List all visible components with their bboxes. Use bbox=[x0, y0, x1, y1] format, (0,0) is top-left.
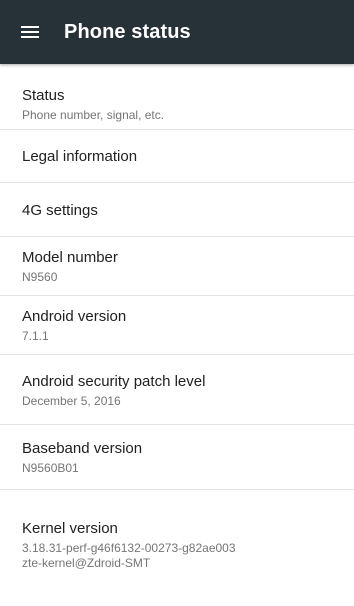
list-item-subtitle: Phone number, signal, etc. bbox=[22, 108, 165, 122]
list-item-subtitle: N9560B01 bbox=[22, 461, 79, 475]
list-item-subtitle: December 5, 2016 bbox=[22, 393, 121, 408]
list-item-title: Kernel version bbox=[22, 520, 118, 537]
list-item-4g-settings[interactable]: 4G settings bbox=[0, 184, 354, 237]
app-bar: Phone status bbox=[0, 0, 354, 64]
list-item-android-version[interactable]: Android version 7.1.1 bbox=[0, 297, 354, 355]
list-item-subtitle-line2: zte-kernel@Zdroid-SMT bbox=[22, 556, 151, 570]
page-title: Phone status bbox=[64, 20, 191, 43]
list-item-baseband-version[interactable]: Baseband version N9560B01 bbox=[0, 426, 354, 490]
list-item-title: Status bbox=[22, 87, 65, 104]
list-item-subtitle: 7.1.1 bbox=[22, 329, 49, 343]
list-item-title: Baseband version bbox=[22, 440, 143, 457]
list-item-title: 4G settings bbox=[22, 201, 98, 219]
list-item-title: Android security patch level bbox=[22, 372, 206, 390]
list-item-security-patch-level[interactable]: Android security patch level December 5,… bbox=[0, 356, 354, 425]
list-item-model-number[interactable]: Model number N9560 bbox=[0, 238, 354, 296]
list-item-status[interactable]: Status Phone number, signal, etc. bbox=[0, 80, 354, 130]
list-item-subtitle: 3.18.31-perf-g46f6132-00273-g82ae003 bbox=[22, 541, 236, 555]
list-item-title: Legal information bbox=[22, 148, 138, 165]
hamburger-menu-icon[interactable] bbox=[16, 20, 44, 44]
list-item-legal-information[interactable]: Legal information bbox=[0, 131, 354, 183]
list-item-title: Model number bbox=[22, 249, 118, 266]
list-item-subtitle: N9560 bbox=[22, 270, 58, 284]
list-item-title: Android version bbox=[22, 308, 127, 325]
list-item-kernel-version[interactable]: Kernel version 3.18.31-perf-g46f6132-002… bbox=[0, 491, 354, 606]
